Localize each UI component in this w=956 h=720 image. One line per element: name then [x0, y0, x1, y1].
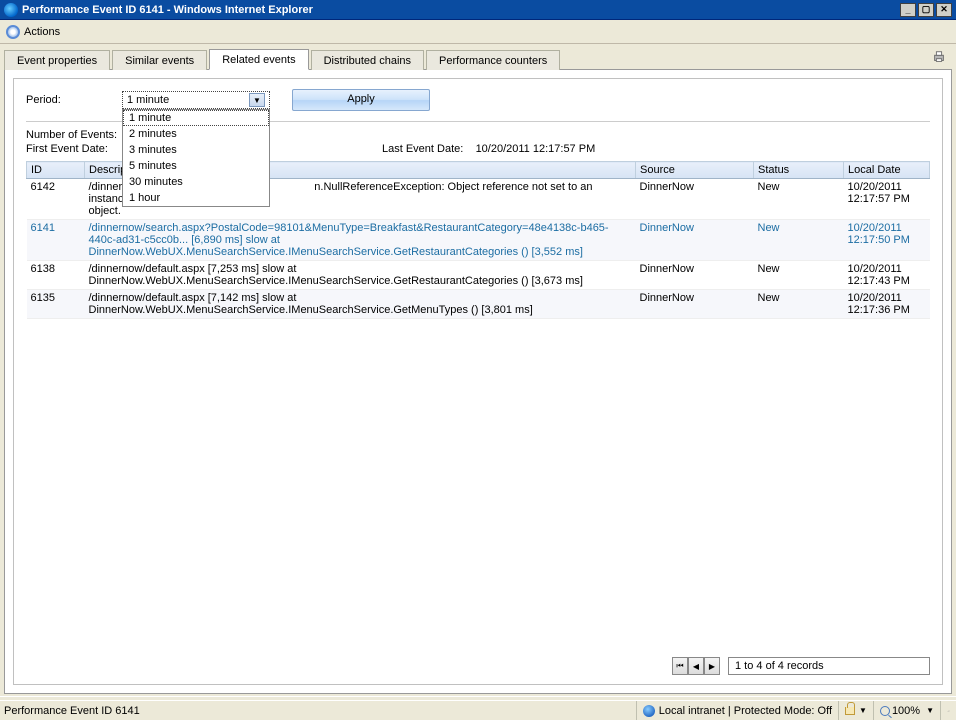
cell-id: 6141 — [27, 220, 85, 261]
pager-summary: 1 to 4 of 4 records — [728, 657, 930, 675]
status-page-name: Performance Event ID 6141 — [0, 701, 360, 720]
pager-next-button[interactable]: ▶ — [704, 657, 720, 675]
gear-icon — [6, 25, 20, 39]
tab-distributed-chains[interactable]: Distributed chains — [311, 50, 424, 70]
cell-date: 10/20/2011 12:17:43 PM — [844, 261, 930, 290]
cell-id: 6135 — [27, 290, 85, 319]
pager-first-button[interactable]: ⏮ — [672, 657, 688, 675]
actions-label[interactable]: Actions — [24, 26, 60, 38]
minimize-button[interactable]: _ — [900, 3, 916, 17]
actions-toolbar: Actions — [0, 20, 956, 44]
cell-status: New — [754, 220, 844, 261]
period-option[interactable]: 1 minute — [123, 110, 269, 126]
cell-description: /dinnernow/default.aspx [7,142 ms] slow … — [85, 290, 636, 319]
maximize-button[interactable]: ▢ — [918, 3, 934, 17]
table-row[interactable]: 6135 /dinnernow/default.aspx [7,142 ms] … — [27, 290, 930, 319]
status-bar: Performance Event ID 6141 Local intranet… — [0, 700, 956, 720]
tab-label: Distributed chains — [324, 55, 411, 67]
status-protected-mode-icon[interactable]: ▼ — [838, 701, 873, 720]
cell-id: 6138 — [27, 261, 85, 290]
cell-date: 10/20/2011 12:17:57 PM — [844, 179, 930, 220]
cell-description: /dinnernow/search.aspx?PostalCode=98101&… — [85, 220, 636, 261]
cell-status: New — [754, 179, 844, 220]
window-title-bar: Performance Event ID 6141 - Windows Inte… — [0, 0, 956, 20]
tab-label: Similar events — [125, 55, 194, 67]
cell-id: 6142 — [27, 179, 85, 220]
tab-performance-counters[interactable]: Performance counters — [426, 50, 560, 70]
apply-button[interactable]: Apply — [292, 89, 430, 111]
events-table-wrap: ID Description Source Status Local Date … — [26, 161, 930, 651]
pager: ⏮ ◀ ▶ 1 to 4 of 4 records — [26, 651, 930, 676]
globe-icon — [643, 705, 655, 717]
status-security-zone[interactable]: Local intranet | Protected Mode: Off — [636, 701, 838, 720]
last-event-date-value: 10/20/2011 12:17:57 PM — [476, 143, 596, 155]
tab-event-properties[interactable]: Event properties — [4, 50, 110, 70]
tab-related-events[interactable]: Related events — [209, 49, 308, 70]
period-option[interactable]: 5 minutes — [123, 158, 269, 174]
cell-status: New — [754, 261, 844, 290]
padlock-icon — [845, 707, 855, 715]
period-dropdown: 1 minute 2 minutes 3 minutes 5 minutes 3… — [122, 109, 270, 207]
cell-status: New — [754, 290, 844, 319]
period-value: 1 minute — [127, 94, 169, 106]
pager-prev-button[interactable]: ◀ — [688, 657, 704, 675]
resize-grip[interactable] — [940, 701, 956, 720]
window-title: Performance Event ID 6141 - Windows Inte… — [22, 4, 900, 16]
cell-source: DinnerNow — [636, 220, 754, 261]
tab-label: Related events — [222, 54, 295, 66]
period-select[interactable]: 1 minute ▼ 1 minute 2 minutes 3 minutes … — [122, 91, 270, 109]
col-local-date[interactable]: Local Date — [844, 162, 930, 179]
main-area: Event properties Similar events Related … — [0, 44, 956, 696]
content-panel: Period: 1 minute ▼ 1 minute 2 minutes 3 … — [4, 70, 952, 694]
print-icon[interactable] — [932, 50, 948, 66]
zoom-icon — [880, 706, 890, 716]
period-label: Period: — [26, 94, 122, 106]
tab-label: Performance counters — [439, 55, 547, 67]
zoom-text: 100% — [892, 705, 920, 717]
security-zone-text: Local intranet | Protected Mode: Off — [659, 705, 832, 717]
period-option[interactable]: 3 minutes — [123, 142, 269, 158]
apply-label: Apply — [347, 93, 375, 105]
table-row[interactable]: 6141 /dinnernow/search.aspx?PostalCode=9… — [27, 220, 930, 261]
last-event-date-label: Last Event Date: — [382, 143, 463, 155]
period-option[interactable]: 30 minutes — [123, 174, 269, 190]
chevron-down-icon[interactable]: ▼ — [249, 93, 265, 107]
cell-date: 10/20/2011 12:17:50 PM — [844, 220, 930, 261]
chevron-down-icon: ▼ — [859, 706, 867, 715]
cell-description: /dinnernow/default.aspx [7,253 ms] slow … — [85, 261, 636, 290]
ie-icon — [4, 3, 18, 17]
col-source[interactable]: Source — [636, 162, 754, 179]
tab-similar-events[interactable]: Similar events — [112, 50, 207, 70]
cell-source: DinnerNow — [636, 290, 754, 319]
col-status[interactable]: Status — [754, 162, 844, 179]
table-row[interactable]: 6138 /dinnernow/default.aspx [7,253 ms] … — [27, 261, 930, 290]
chevron-down-icon: ▼ — [926, 706, 934, 715]
cell-source: DinnerNow — [636, 261, 754, 290]
cell-date: 10/20/2011 12:17:36 PM — [844, 290, 930, 319]
tab-label: Event properties — [17, 55, 97, 67]
cell-source: DinnerNow — [636, 179, 754, 220]
tab-strip: Event properties Similar events Related … — [4, 48, 952, 70]
inner-box: Period: 1 minute ▼ 1 minute 2 minutes 3 … — [13, 78, 943, 685]
period-option[interactable]: 1 hour — [123, 190, 269, 206]
filter-row: Period: 1 minute ▼ 1 minute 2 minutes 3 … — [26, 89, 930, 111]
close-button[interactable]: ✕ — [936, 3, 952, 17]
col-id[interactable]: ID — [27, 162, 85, 179]
period-option[interactable]: 2 minutes — [123, 126, 269, 142]
status-zoom[interactable]: 100% ▼ — [873, 701, 940, 720]
